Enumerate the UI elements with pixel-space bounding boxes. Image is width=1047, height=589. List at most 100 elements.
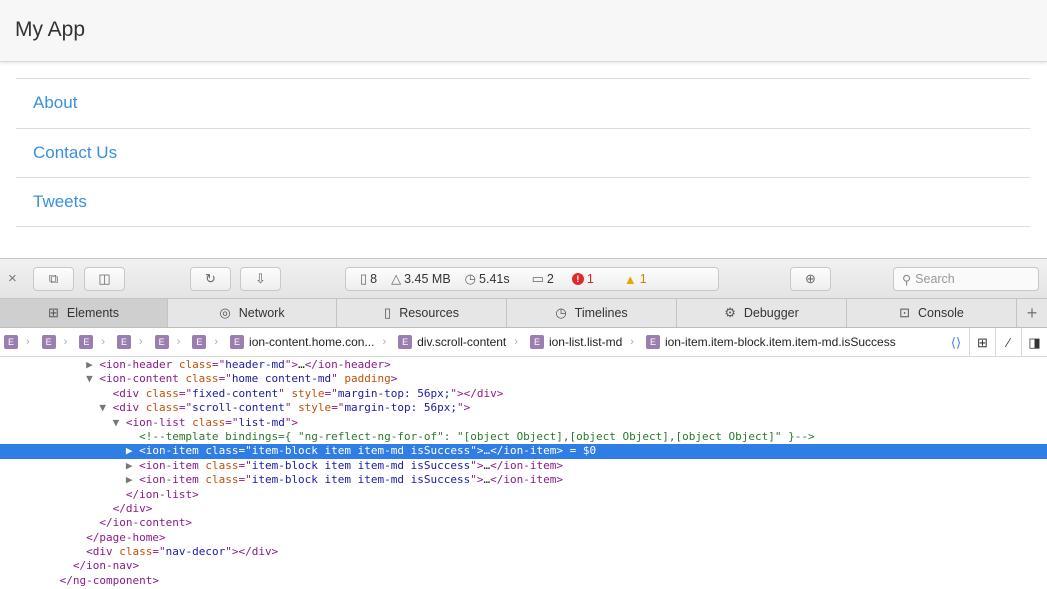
chevron-right-icon: ›: [382, 336, 387, 348]
chevron-right-icon: ›: [101, 336, 106, 348]
dom-node[interactable]: </ng-component>: [0, 574, 1047, 588]
dom-node[interactable]: <div class="nav-decor"></div>: [0, 545, 1047, 559]
dom-node[interactable]: <div class="fixed-content" style="margin…: [0, 387, 1047, 401]
breadcrumb-item-ion-content[interactable]: E ion-content.home.con...: [226, 335, 374, 349]
menu-item-tweets[interactable]: Tweets: [16, 177, 1030, 227]
dom-token: <!--template bindings={ "ng-reflect-ng-f…: [139, 429, 815, 443]
disclosure-down-icon[interactable]: ▼: [99, 401, 112, 414]
breadcrumb-ancestor[interactable]: E: [151, 335, 169, 349]
tab-elements[interactable]: ⊞ Elements: [0, 299, 168, 327]
element-badge-icon: E: [230, 335, 245, 349]
dom-token: =": [178, 386, 193, 400]
tab-network[interactable]: ◎ Network: [168, 299, 337, 327]
dom-token: class: [145, 386, 179, 400]
disclosure-right-icon[interactable]: ▶: [126, 444, 139, 457]
grid-view-icon[interactable]: ⊞: [969, 328, 995, 357]
memory-status[interactable]: △ 3.45 MB: [391, 271, 451, 287]
breadcrumb-tools: ⟨⟩ ⊞ ⁄ ◨: [943, 328, 1047, 357]
app-menu-list: About Contact Us Tweets: [16, 78, 1030, 227]
breadcrumb-item-ion-item[interactable]: E ion-item.item-block.item.item-md.isSuc…: [642, 335, 896, 349]
dom-node-selected[interactable]: ▶ <ion-item class="item-block item item-…: [0, 444, 1047, 459]
dom-token: <ion-item: [139, 473, 206, 487]
paint-brush-icon[interactable]: ⁄: [995, 328, 1021, 357]
clock-icon: ◷: [464, 271, 477, 286]
breadcrumb-ancestor[interactable]: E: [75, 335, 94, 349]
breadcrumb-ancestor[interactable]: E: [113, 335, 132, 349]
devtools-toolbar: × ⧉ ◫ ↻ ⇩ ▯ 8 △ 3.45 MB ◷ 5.41s ▭ 2 ! 1 …: [0, 258, 1047, 299]
disclosure-right-icon[interactable]: ▶: [86, 358, 99, 371]
menu-item-contact-us[interactable]: Contact Us: [16, 127, 1030, 178]
dom-node[interactable]: <!--template bindings={ "ng-reflect-ng-f…: [0, 430, 1047, 444]
reload-button[interactable]: ↻: [190, 267, 231, 291]
dom-node[interactable]: </ion-list>: [0, 488, 1047, 502]
disclosure-down-icon[interactable]: ▼: [113, 416, 126, 429]
console-icon: ⊡: [899, 305, 911, 320]
dom-node[interactable]: ▼ <ion-list class="list-md">: [0, 416, 1047, 430]
chevron-right-icon: ›: [139, 336, 143, 348]
breadcrumb-ancestor[interactable]: E: [0, 335, 18, 349]
devtools-tabs: ⊞ Elements ◎ Network ▯ Resources ◷ Timel…: [0, 299, 1047, 328]
dom-token: margin-top: 56px;: [337, 386, 451, 400]
element-badge-icon: E: [398, 335, 413, 349]
dom-token: </ion-content>: [99, 516, 193, 530]
speech-bubble-icon: ▭: [531, 271, 544, 286]
dom-node[interactable]: </ion-content>: [0, 516, 1047, 530]
dom-node[interactable]: ▶ <ion-item class="item-block item item-…: [0, 459, 1047, 473]
dock-side-button[interactable]: ◫: [84, 267, 125, 291]
inspect-element-button[interactable]: ⊕: [790, 267, 831, 291]
tab-console[interactable]: ⊡ Console: [847, 299, 1017, 327]
timelines-icon: ◷: [555, 305, 567, 320]
tab-resources[interactable]: ▯ Resources: [337, 299, 507, 327]
dom-token: list-md: [238, 415, 285, 429]
dom-node[interactable]: </ion-nav>: [0, 559, 1047, 573]
dom-token: =": [178, 401, 193, 415]
tab-debugger[interactable]: ⚙ Debugger: [677, 299, 847, 327]
sidebar-toggle-icon[interactable]: ◨: [1021, 328, 1047, 357]
dom-token: class: [178, 358, 212, 371]
dashboard-status[interactable]: ▯ 8 △ 3.45 MB ◷ 5.41s ▭ 2 ! 1 ▲ 1: [345, 267, 719, 291]
logs-status[interactable]: ▭ 2: [532, 271, 554, 287]
dom-node[interactable]: ▶ <ion-header class="header-md">…</ion-h…: [0, 358, 1047, 372]
download-button[interactable]: ⇩: [240, 267, 281, 291]
dom-node[interactable]: ▶ <ion-item class="item-block item item-…: [0, 473, 1047, 487]
dom-token: =": [211, 358, 226, 371]
breadcrumb-ancestor[interactable]: E: [38, 335, 56, 349]
dom-token: <div: [86, 545, 120, 559]
breadcrumb-ancestor[interactable]: E: [188, 335, 207, 349]
breadcrumb-item-ion-list[interactable]: E ion-list.list-md: [526, 335, 622, 349]
dom-node[interactable]: ▼ <div class="scroll-content" style="mar…: [0, 401, 1047, 415]
dom-node[interactable]: </div>: [0, 502, 1047, 516]
source-code-icon[interactable]: ⟨⟩: [943, 328, 969, 357]
dom-token: =": [152, 545, 166, 559]
time-status[interactable]: ◷ 5.41s: [465, 271, 510, 287]
dom-token: =": [225, 415, 239, 429]
dom-node[interactable]: </page-home>: [0, 531, 1047, 545]
resources-status[interactable]: ▯ 8: [360, 271, 377, 287]
disclosure-down-icon[interactable]: ▼: [86, 372, 99, 385]
dom-token: =": [238, 473, 252, 487]
close-icon[interactable]: ×: [8, 270, 17, 287]
menu-item-about[interactable]: About: [16, 78, 1030, 128]
breadcrumb-item-scroll-content[interactable]: E div.scroll-content: [394, 335, 506, 349]
dom-token: class: [119, 545, 153, 559]
tab-timelines[interactable]: ◷ Timelines: [507, 299, 677, 327]
warnings-status[interactable]: ▲ 1: [624, 272, 647, 287]
dom-token: item-block item item-md isSuccess: [251, 458, 471, 472]
dom-token: =": [218, 372, 232, 386]
dock-undock-button[interactable]: ⧉: [33, 267, 74, 291]
errors-status[interactable]: ! 1: [571, 272, 594, 286]
chevron-right-icon: ›: [630, 336, 634, 348]
dom-node[interactable]: ▼ <ion-content class="home content-md" p…: [0, 372, 1047, 386]
search-input[interactable]: ⚲ Search: [893, 267, 1039, 291]
plus-icon: +: [1026, 302, 1038, 323]
disclosure-right-icon[interactable]: ▶: [126, 459, 139, 472]
weight-icon: △: [391, 271, 402, 286]
dom-token: class: [192, 415, 226, 429]
network-icon: ◎: [219, 305, 231, 320]
chevron-right-icon: ›: [214, 336, 219, 348]
disclosure-right-icon[interactable]: ▶: [126, 473, 139, 486]
add-tab-button[interactable]: +: [1017, 299, 1047, 327]
